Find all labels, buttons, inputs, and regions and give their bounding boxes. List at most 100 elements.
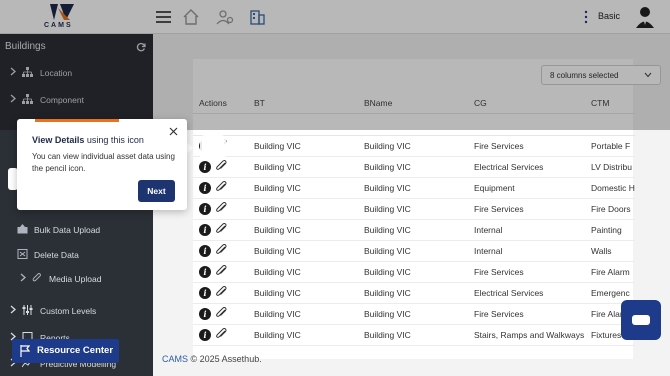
- table-cell: Building VIC: [248, 303, 358, 325]
- sidebar-item-custom-levels[interactable]: Custom Levels: [0, 300, 153, 320]
- resource-center-button[interactable]: Resource Center: [12, 339, 119, 363]
- table-cell: Fire Alarm: [585, 261, 635, 283]
- upload-icon: [17, 224, 28, 234]
- info-icon[interactable]: i: [199, 244, 211, 257]
- table-cell: Internal: [468, 240, 585, 262]
- row-actions: i: [193, 177, 248, 199]
- paperclip-icon[interactable]: [215, 244, 228, 257]
- info-icon[interactable]: i: [199, 160, 211, 173]
- info-icon[interactable]: i: [199, 223, 211, 236]
- paperclip-icon[interactable]: [215, 286, 228, 299]
- table-cell: Portable F: [585, 135, 635, 157]
- row-actions: i: [193, 282, 248, 304]
- popover-body: You can view individual asset data using…: [32, 152, 175, 173]
- row-actions: i: [193, 324, 248, 346]
- table-row: i Building VIC Building VIC Electrical Serv…: [193, 282, 635, 304]
- table-row: i Building VIC Building VIC Equipment Domest…: [193, 177, 635, 199]
- table-cell: Building VIC: [358, 177, 468, 199]
- chevron-right-icon: [20, 273, 26, 282]
- info-icon[interactable]: i: [199, 286, 211, 299]
- info-icon[interactable]: i: [199, 181, 211, 194]
- sidebar-item-bulk-upload[interactable]: Bulk Data Upload: [0, 219, 153, 239]
- table-cell: Building VIC: [358, 156, 468, 178]
- highlight-target: [202, 137, 224, 159]
- table-cell: Domestic H: [585, 177, 635, 199]
- paperclip-icon[interactable]: [215, 307, 228, 320]
- tour-overlay: [0, 0, 670, 130]
- table-cell: Internal: [468, 219, 585, 241]
- chat-button[interactable]: [621, 300, 661, 340]
- sidebar-item-label: Custom Levels: [40, 306, 97, 316]
- sidebar-item-label: Media Upload: [49, 274, 102, 284]
- table-cell: Building VIC: [248, 261, 358, 283]
- table-cell: Building VIC: [248, 219, 358, 241]
- row-actions: i: [193, 198, 248, 220]
- table-row: i Building VIC Building VIC Stairs, Ramps a…: [193, 324, 635, 346]
- table-row: i Building VIC Building VIC Fire Services Fi…: [193, 303, 635, 325]
- table-cell: Electrical Services: [468, 156, 585, 178]
- popover-title-rest: using this icon: [84, 135, 144, 145]
- popover-progress-bar: [35, 119, 119, 122]
- table-row: i Building VIC Building VIC Internal Paintin…: [193, 219, 635, 241]
- info-icon[interactable]: i: [199, 202, 211, 215]
- close-icon[interactable]: [169, 127, 178, 136]
- table-cell: Building VIC: [248, 324, 358, 346]
- popover-title-bold: View Details: [32, 135, 85, 145]
- table-cell: Stairs, Ramps and Walkways: [468, 324, 585, 346]
- table-cell: Electrical Services: [468, 282, 585, 304]
- table-cell: Fire Services: [468, 135, 585, 157]
- footer-brand[interactable]: CAMS: [162, 354, 188, 364]
- sidebar-item-label: Delete Data: [34, 250, 79, 260]
- chat-bubble-icon: [632, 315, 650, 325]
- popover-arrow: [186, 142, 193, 154]
- row-actions: i: [193, 156, 248, 178]
- table-cell: Building VIC: [358, 219, 468, 241]
- row-actions: i: [193, 219, 248, 241]
- popover-title: View Details using this icon: [32, 135, 144, 145]
- sliders-icon: [22, 305, 33, 315]
- next-button[interactable]: Next: [138, 180, 175, 202]
- paperclip-icon[interactable]: [215, 202, 228, 215]
- table-cell: Equipment: [468, 177, 585, 199]
- table-cell: Building VIC: [358, 303, 468, 325]
- paperclip-icon[interactable]: [215, 265, 228, 278]
- sidebar-item-media-upload[interactable]: Media Upload: [0, 268, 153, 288]
- table-cell: Fire Doors: [585, 198, 635, 220]
- resource-center-label: Resource Center: [37, 345, 114, 356]
- footer-copyright: © 2025 Assethub.: [188, 354, 262, 364]
- paperclip-icon[interactable]: [215, 223, 228, 236]
- asset-table: Actions BT BName CG CTM iBuilding VICBui…: [193, 93, 635, 346]
- sidebar-item-delete-data[interactable]: Delete Data: [0, 244, 153, 264]
- footer: CAMS © 2025 Assethub.: [162, 354, 262, 364]
- table-row: iBuilding VICBuilding VICFire ServicesPo…: [193, 135, 635, 157]
- sidebar-item-label: Bulk Data Upload: [34, 225, 101, 235]
- table-cell: Building VIC: [358, 324, 468, 346]
- tour-popover: View Details using this icon You can vie…: [17, 119, 187, 210]
- table-row: i Building VIC Building VIC Fire Services Fi…: [193, 198, 635, 220]
- info-icon[interactable]: i: [199, 328, 211, 341]
- table-cell: Building VIC: [248, 198, 358, 220]
- table-row: i Building VIC Building VIC Internal Walls: [193, 240, 635, 262]
- paperclip-icon[interactable]: [215, 160, 228, 173]
- info-icon[interactable]: i: [199, 265, 211, 278]
- table-cell: Building VIC: [358, 135, 468, 157]
- row-actions: i: [193, 303, 248, 325]
- table-cell: Fire Services: [468, 303, 585, 325]
- table-cell: Building VIC: [248, 240, 358, 262]
- row-actions: i: [193, 240, 248, 262]
- table-cell: LV Distribu: [585, 156, 635, 178]
- paperclip-icon[interactable]: [215, 181, 228, 194]
- table-cell: Painting: [585, 219, 635, 241]
- row-actions: i: [193, 261, 248, 283]
- delete-icon: [17, 249, 28, 259]
- info-icon[interactable]: i: [199, 307, 211, 320]
- table-row: i Building VIC Building VIC Electrical Serv…: [193, 156, 635, 178]
- chevron-right-icon: [10, 305, 16, 314]
- paperclip-icon[interactable]: [215, 328, 228, 341]
- paperclip-icon: [32, 273, 41, 282]
- flag-icon: [20, 345, 30, 357]
- table-cell: Building VIC: [358, 198, 468, 220]
- table-cell: Building VIC: [248, 282, 358, 304]
- table-cell: Building VIC: [248, 135, 358, 157]
- table-cell: Building VIC: [248, 156, 358, 178]
